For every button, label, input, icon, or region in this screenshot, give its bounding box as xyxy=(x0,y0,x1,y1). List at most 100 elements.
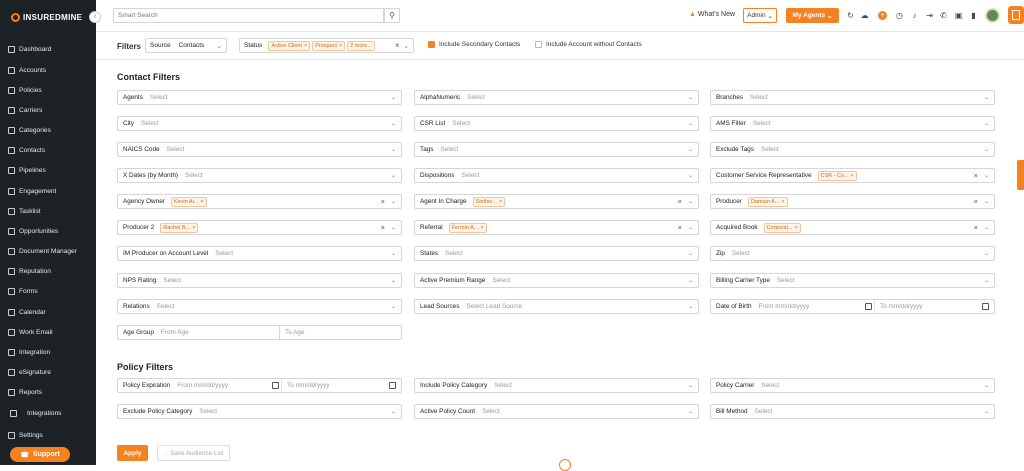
clear-icon[interactable]: × xyxy=(678,223,682,232)
filter-branches[interactable]: Branches Select ⌄ xyxy=(710,90,995,105)
filter-relations[interactable]: Relations Select ⌄ xyxy=(117,299,402,314)
calendar-icon[interactable] xyxy=(389,382,396,389)
side-feedback-tab[interactable] xyxy=(1017,160,1024,190)
sidebar-item-forms[interactable]: Forms xyxy=(8,288,38,295)
sidebar-item-categories[interactable]: Categories xyxy=(8,127,51,134)
filter-to-input[interactable]: To Age xyxy=(285,329,305,336)
status-chip[interactable]: Prospect × xyxy=(312,40,346,51)
clear-icon[interactable]: × xyxy=(381,197,385,206)
filter-acquired-book[interactable]: Acquired Book Corporat... × × ⌄ xyxy=(710,220,995,235)
filter-from-input[interactable]: From mm/dd/yyyy xyxy=(177,382,228,389)
refresh-icon[interactable]: ↻ xyxy=(846,11,855,20)
sidebar-item-calendar[interactable]: Calendar xyxy=(8,309,46,316)
filter-ams-filter[interactable]: AMS Filter Select ⌄ xyxy=(710,116,995,131)
sidebar-item-integration[interactable]: Integration xyxy=(8,349,50,356)
filter-age-group[interactable]: Age Group From Age To Age xyxy=(117,325,402,340)
app-logo[interactable]: INSUREDMINE xyxy=(11,13,82,22)
filter-active-premium-range[interactable]: Active Premium Range Select ⌄ xyxy=(414,273,699,288)
admin-dropdown[interactable]: Admin ⌄ xyxy=(743,8,777,23)
chip-remove-icon[interactable]: × xyxy=(781,199,784,205)
chip-remove-icon[interactable]: × xyxy=(851,173,854,179)
cloud-icon[interactable]: ☁ xyxy=(860,11,869,20)
sidebar-item-opportunities[interactable]: Opportunities xyxy=(8,228,58,235)
sidebar-item-esignature[interactable]: eSignature xyxy=(8,369,51,376)
filter-policy-carrier[interactable]: Policy Carrier Select ⌄ xyxy=(710,378,995,393)
clear-icon[interactable]: × xyxy=(395,41,400,50)
chip-remove-icon[interactable]: × xyxy=(304,43,307,49)
sidebar-item-reputation[interactable]: Reputation xyxy=(8,268,51,275)
filter-csr-list[interactable]: CSR List Select ⌄ xyxy=(414,116,699,131)
logout-icon[interactable]: ⇥ xyxy=(925,11,934,20)
filter-billing-carrier-type[interactable]: Billing Carrier Type Select ⌄ xyxy=(710,273,995,288)
filter-from-input[interactable]: From Age xyxy=(161,329,189,336)
chip-remove-icon[interactable]: × xyxy=(499,199,502,205)
sidebar-item-engagement[interactable]: Engagement xyxy=(8,188,56,195)
filter-bill-method[interactable]: Bill Method Select ⌄ xyxy=(710,404,995,419)
filter-from-input[interactable]: From mm/dd/yyyy xyxy=(759,303,810,310)
sidebar-item-tasklist[interactable]: Tasklist xyxy=(8,208,41,215)
selected-chip[interactable]: Corporat... × xyxy=(763,222,801,233)
filter-exclude-policy-category[interactable]: Exclude Policy Category Select ⌄ xyxy=(117,404,402,419)
add-icon[interactable]: + xyxy=(878,11,887,20)
bell-icon[interactable]: ♪ xyxy=(910,11,919,20)
include-account-without-contacts-checkbox[interactable] xyxy=(535,41,542,48)
calendar-icon[interactable] xyxy=(272,382,279,389)
filter-nps-rating[interactable]: NPS Rating Select ⌄ xyxy=(117,273,402,288)
filter-customer-service-representative[interactable]: Customer Service Representative CSR - Co.… xyxy=(710,168,995,183)
chip-remove-icon[interactable]: × xyxy=(339,43,342,49)
filter-x-dates-by-month[interactable]: X Dates (by Month) Select ⌄ xyxy=(117,168,402,183)
chip-remove-icon[interactable]: × xyxy=(795,225,798,231)
filter-im-producer-on-account-level[interactable]: IM Producer on Account Level Select ⌄ xyxy=(117,246,402,261)
status-chip[interactable]: 2 more... xyxy=(347,40,375,51)
selected-chip[interactable]: Fermin A... × xyxy=(448,222,487,233)
filter-producer[interactable]: Producer Damian A... × × ⌄ xyxy=(710,194,995,209)
save-audience-list-button[interactable]: ◌ Save Audience List xyxy=(157,445,230,461)
user-avatar[interactable] xyxy=(985,8,1000,23)
apply-button[interactable]: Apply xyxy=(117,445,148,461)
scroll-down-button[interactable] xyxy=(559,459,571,471)
status-select[interactable]: Status Active Client × Prospect × 2 more... × ⌄ xyxy=(239,38,414,53)
filter-active-policy-count[interactable]: Active Policy Count Select ⌄ xyxy=(414,404,699,419)
chip-remove-icon[interactable]: × xyxy=(480,225,483,231)
chip-remove-icon[interactable]: × xyxy=(192,225,195,231)
clear-icon[interactable]: × xyxy=(974,223,978,232)
selected-chip[interactable]: Sinthie... × xyxy=(472,196,506,207)
smart-search-input[interactable] xyxy=(113,8,384,23)
clear-icon[interactable]: × xyxy=(974,197,978,206)
chip-icon[interactable]: ▣ xyxy=(954,11,963,20)
selected-chip[interactable]: CSR - Co... × xyxy=(817,170,857,181)
filter-zip[interactable]: Zip Select ⌄ xyxy=(710,246,995,261)
filter-agents[interactable]: Agents Select ⌄ xyxy=(117,90,402,105)
include-secondary-contacts-checkbox[interactable] xyxy=(428,41,435,48)
clear-icon[interactable]: × xyxy=(974,171,978,180)
sidebar-item-contacts[interactable]: Contacts xyxy=(8,147,45,154)
filter-exclude-tags[interactable]: Exclude Tags Select ⌄ xyxy=(710,142,995,157)
calendar-icon[interactable] xyxy=(982,303,989,310)
phone-icon[interactable]: ✆ xyxy=(939,11,948,20)
sidebar-item-accounts[interactable]: Accounts xyxy=(8,67,46,74)
filter-date-of-birth[interactable]: Date of Birth From mm/dd/yyyy To mm/dd/yyy… xyxy=(710,299,995,314)
filter-naics-code[interactable]: NAICS Code Select ⌄ xyxy=(117,142,402,157)
selected-chip[interactable]: Kevin Ai... × xyxy=(170,196,207,207)
filter-tags[interactable]: Tags Select ⌄ xyxy=(414,142,699,157)
support-button[interactable]: ☎ Support xyxy=(10,447,70,462)
filter-referral[interactable]: Referral Fermin A... × × ⌄ xyxy=(414,220,699,235)
chip-remove-icon[interactable]: × xyxy=(200,199,203,205)
sidebar-collapse-toggle[interactable]: ‹ xyxy=(89,11,101,23)
filter-city[interactable]: City Select ⌄ xyxy=(117,116,402,131)
filter-states[interactable]: States Select ⌄ xyxy=(414,246,699,261)
sidebar-item-integrations[interactable]: Integrations xyxy=(10,410,61,417)
filter-to-input[interactable]: To mm/dd/yyyy xyxy=(880,303,923,310)
sidebar-item-policies[interactable]: Policies xyxy=(8,87,42,94)
sidebar-item-carriers[interactable]: Carriers xyxy=(8,107,42,114)
clock-icon[interactable]: ◷ xyxy=(895,11,904,20)
source-select[interactable]: Source Contacts ⌄ xyxy=(145,38,227,53)
filter-alphanumeric[interactable]: AlphaNumeric Select ⌄ xyxy=(414,90,699,105)
sidebar-item-pipelines[interactable]: Pipelines xyxy=(8,167,46,174)
selected-chip[interactable]: Damian A... × xyxy=(747,196,788,207)
filter-dispositions[interactable]: Dispositions Select ⌄ xyxy=(414,168,699,183)
filter-policy-expiration[interactable]: Policy Expiration From mm/dd/yyyy To mm/dd… xyxy=(117,378,402,393)
sidebar-item-work-email[interactable]: Work Email xyxy=(8,329,53,336)
sidebar-item-document-manager[interactable]: Document Manager xyxy=(8,248,77,255)
clear-icon[interactable]: × xyxy=(678,197,682,206)
